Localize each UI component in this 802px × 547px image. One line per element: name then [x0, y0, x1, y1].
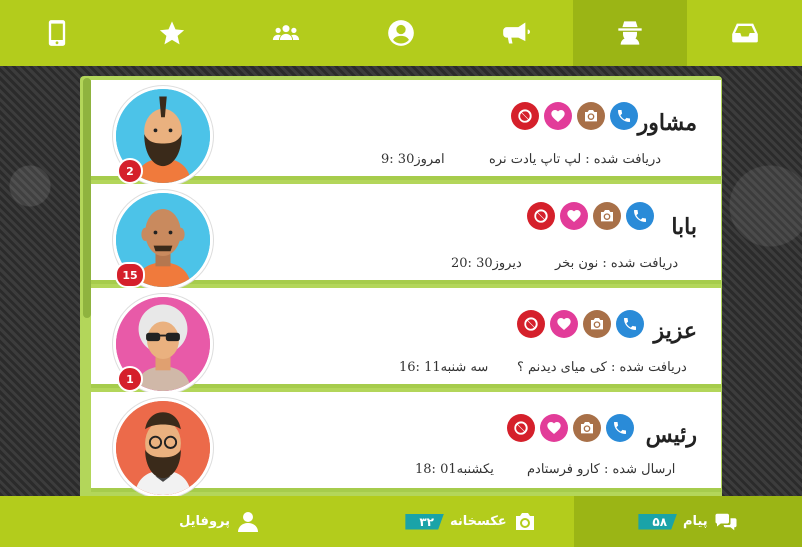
call-button[interactable]	[616, 310, 644, 338]
messages-label: پیام	[683, 514, 708, 529]
profile-tab[interactable]: پروفایل	[80, 496, 260, 547]
ban-icon	[534, 209, 548, 223]
camera-icon	[585, 110, 597, 122]
gallery-label: عکسخانه	[449, 514, 507, 529]
list-item[interactable]: 1 عزیز دریافت شده : کی میای دیدنم ؟ سه ش…	[91, 288, 721, 394]
camera-icon	[601, 210, 613, 222]
users-icon	[273, 25, 300, 40]
last-message: دریافت شده : نون بخر	[555, 256, 679, 271]
mobile-icon	[49, 20, 66, 46]
unread-badge: 15	[115, 262, 145, 288]
block-button[interactable]	[517, 310, 545, 338]
messages-tab[interactable]: پیام ۵۸	[574, 496, 802, 547]
ban-icon	[524, 317, 538, 331]
action-buttons	[527, 202, 654, 230]
action-buttons	[511, 102, 638, 130]
profile-label: پروفایل	[179, 514, 230, 529]
contact-name: مشاور	[637, 110, 697, 136]
last-message: ارسال شده : کارو فرستادم	[527, 462, 676, 477]
action-buttons	[507, 414, 634, 442]
call-button[interactable]	[626, 202, 654, 230]
user-circle-icon	[388, 20, 414, 46]
tab-anonymous[interactable]	[572, 0, 688, 66]
block-button[interactable]	[507, 414, 535, 442]
user-icon	[238, 511, 258, 532]
unread-badge: 1	[117, 366, 143, 392]
inbox-icon	[731, 23, 758, 43]
message-time: دیروز30 :20	[451, 256, 522, 271]
avatar	[113, 398, 213, 496]
message-time: امروز30 :9	[381, 152, 445, 167]
camera-icon	[581, 422, 593, 434]
call-button[interactable]	[606, 414, 634, 442]
top-nav	[0, 0, 802, 66]
star-icon	[159, 21, 184, 45]
tab-mobile[interactable]	[0, 0, 115, 66]
conversation-list[interactable]: 2 مشاور دریافت شده : لپ تاپ یادت نره امر…	[80, 76, 722, 496]
block-button[interactable]	[511, 102, 539, 130]
phone-icon	[614, 422, 626, 434]
call-button[interactable]	[610, 102, 638, 130]
message-time: یکشنبه01 :18	[415, 462, 494, 477]
tab-favorites[interactable]	[115, 0, 230, 66]
photo-button[interactable]	[577, 102, 605, 130]
like-button[interactable]	[560, 202, 588, 230]
last-message: دریافت شده : لپ تاپ یادت نره	[489, 152, 662, 167]
heart-icon	[557, 318, 571, 330]
tab-announcements[interactable]	[458, 0, 573, 66]
block-button[interactable]	[527, 202, 555, 230]
scrollbar[interactable]	[83, 78, 91, 318]
tab-groups[interactable]	[229, 0, 344, 66]
messages-count: ۵۸	[638, 513, 678, 530]
list-item[interactable]: 15 بابا دریافت شده : نون بخر دیروز30 :20	[91, 184, 721, 290]
megaphone-icon	[502, 22, 530, 44]
bottom-nav: پیام ۵۸ عکسخانه ۳۲ پروفایل	[0, 496, 802, 547]
list-item[interactable]: رئیس ارسال شده : کارو فرستادم یکشنبه01 :…	[91, 392, 721, 496]
tab-profile[interactable]	[344, 0, 459, 66]
photo-button[interactable]	[573, 414, 601, 442]
like-button[interactable]	[540, 414, 568, 442]
contact-name: بابا	[671, 214, 697, 240]
like-button[interactable]	[544, 102, 572, 130]
spy-icon	[618, 21, 642, 45]
ban-icon	[518, 109, 532, 123]
gallery-count: ۳۲	[405, 513, 444, 530]
list-item[interactable]: 2 مشاور دریافت شده : لپ تاپ یادت نره امر…	[91, 80, 721, 186]
phone-icon	[618, 110, 630, 122]
like-button[interactable]	[550, 310, 578, 338]
unread-badge: 2	[117, 158, 143, 184]
tab-inbox[interactable]	[687, 0, 802, 66]
last-message: دریافت شده : کی میای دیدنم ؟	[517, 360, 687, 375]
camera-icon	[591, 318, 603, 330]
heart-icon	[551, 110, 565, 122]
gallery-tab[interactable]: عکسخانه ۳۲	[356, 496, 586, 547]
photo-button[interactable]	[593, 202, 621, 230]
contact-name: عزیز	[653, 318, 697, 344]
camera-icon	[515, 512, 534, 530]
phone-icon	[634, 210, 646, 222]
contact-name: رئیس	[645, 422, 697, 448]
ban-icon	[514, 421, 528, 435]
heart-icon	[567, 210, 581, 222]
message-time: سه شنبه11 :16	[399, 360, 489, 375]
heart-icon	[547, 422, 561, 434]
phone-icon	[624, 318, 636, 330]
action-buttons	[517, 310, 644, 338]
comments-icon	[715, 513, 737, 530]
photo-button[interactable]	[583, 310, 611, 338]
